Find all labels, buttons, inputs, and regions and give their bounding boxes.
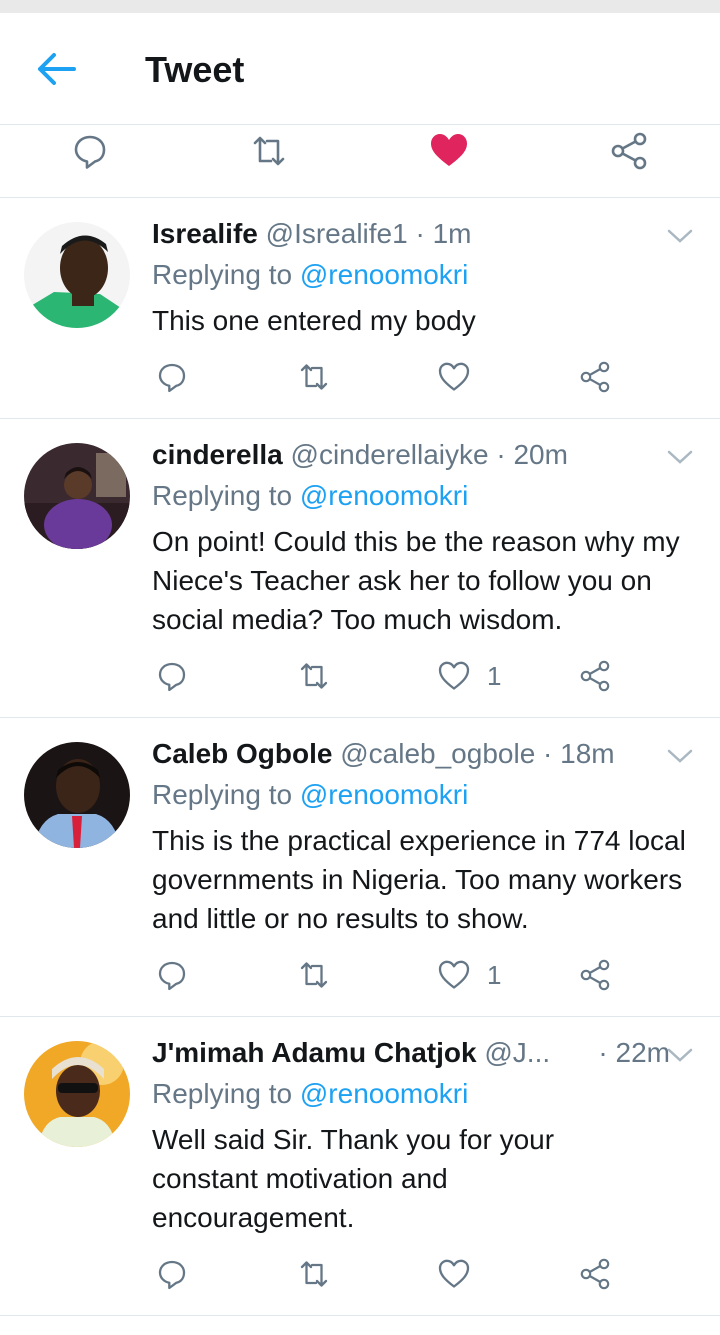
- user-handle: @J...: [484, 1037, 550, 1068]
- page-title: Tweet: [145, 49, 245, 90]
- reply-tweet[interactable]: Isrealife @Isrealife1 · 1m Replying to @…: [0, 198, 720, 419]
- avatar[interactable]: [24, 1041, 130, 1147]
- retweet-icon[interactable]: [297, 659, 331, 693]
- replying-to: Replying to @renoomokri: [152, 480, 468, 512]
- tweet-time: · 20m: [496, 439, 568, 470]
- share-icon[interactable]: [578, 958, 612, 992]
- reply-icon[interactable]: [155, 958, 189, 992]
- tweet-header: Caleb Ogbole @caleb_ogbole · 18m: [152, 738, 660, 774]
- chevron-down-icon[interactable]: [666, 226, 694, 246]
- replying-label: Replying to: [152, 259, 300, 290]
- share-icon[interactable]: [578, 360, 612, 394]
- chevron-down-icon[interactable]: [666, 746, 694, 766]
- retweet-icon[interactable]: [297, 958, 331, 992]
- tweet-text: This one entered my body: [152, 305, 476, 336]
- mention-link[interactable]: @renoomokri: [300, 779, 468, 810]
- user-name[interactable]: Isrealife: [152, 218, 258, 249]
- share-icon[interactable]: [609, 131, 649, 171]
- retweet-icon[interactable]: [297, 360, 331, 394]
- heart-filled-icon[interactable]: [429, 131, 469, 171]
- chevron-down-icon[interactable]: [666, 447, 694, 467]
- user-name[interactable]: cinderella: [152, 439, 283, 470]
- chevron-down-icon[interactable]: [666, 1045, 694, 1065]
- user-handle: @cinderellaiyke: [290, 439, 489, 470]
- tweet-time: · 1m: [415, 218, 472, 249]
- reply-icon[interactable]: [155, 659, 189, 693]
- tweet-header: cinderella @cinderellaiyke · 20m: [152, 439, 660, 475]
- tweet-text: Well said Sir. Thank you for your consta…: [152, 1124, 555, 1233]
- share-icon[interactable]: [578, 1257, 612, 1291]
- main-tweet-actions: [0, 125, 720, 198]
- tweet-header: J'mimah Adamu Chatjok @J...: [152, 1037, 550, 1073]
- tweet-actions: 1: [0, 958, 720, 998]
- like-count: 1: [487, 960, 502, 990]
- reply-icon[interactable]: [155, 360, 189, 394]
- reply-icon[interactable]: [155, 1257, 189, 1291]
- reply-icon[interactable]: [70, 131, 110, 171]
- share-icon[interactable]: [578, 659, 612, 693]
- top-bar: Tweet: [0, 13, 720, 125]
- tweet-header: Isrealife @Isrealife1 · 1m: [152, 218, 660, 254]
- heart-icon[interactable]: [437, 958, 471, 992]
- tweet-actions: 1: [0, 659, 720, 699]
- mention-link[interactable]: @renoomokri: [300, 1078, 468, 1109]
- avatar[interactable]: [24, 222, 130, 328]
- replying-to: Replying to @renoomokri: [152, 779, 468, 811]
- tweet-actions: [0, 1257, 720, 1297]
- replying-to: Replying to @renoomokri: [152, 1078, 468, 1110]
- tweet-text: This is the practical experience in 774 …: [152, 825, 686, 934]
- tweet-time: · 18m: [543, 738, 615, 769]
- user-handle: @Isrealife1: [265, 218, 408, 249]
- replying-to: Replying to @renoomokri: [152, 259, 468, 291]
- tweet-time: · 22m: [598, 1037, 670, 1068]
- reply-tweet[interactable]: Caleb Ogbole @caleb_ogbole · 18m Replyin…: [0, 718, 720, 1017]
- avatar[interactable]: [24, 742, 130, 848]
- user-handle: @caleb_ogbole: [340, 738, 536, 769]
- reply-tweet[interactable]: cinderella @cinderellaiyke · 20m Replyin…: [0, 419, 720, 718]
- replying-label: Replying to: [152, 779, 300, 810]
- mention-link[interactable]: @renoomokri: [300, 480, 468, 511]
- back-arrow-icon[interactable]: [34, 51, 78, 87]
- heart-icon[interactable]: [437, 659, 471, 693]
- replying-label: Replying to: [152, 480, 300, 511]
- retweet-icon[interactable]: [249, 131, 289, 171]
- heart-icon[interactable]: [437, 1257, 471, 1291]
- avatar[interactable]: [24, 443, 130, 549]
- retweet-icon[interactable]: [297, 1257, 331, 1291]
- tweet-actions: [0, 360, 720, 400]
- status-bar: [0, 0, 720, 13]
- user-name[interactable]: J'mimah Adamu Chatjok: [152, 1037, 477, 1068]
- like-count: 1: [487, 661, 502, 691]
- heart-icon[interactable]: [437, 360, 471, 394]
- replying-label: Replying to: [152, 1078, 300, 1109]
- reply-tweet[interactable]: J'mimah Adamu Chatjok @J... · 22m Replyi…: [0, 1017, 720, 1316]
- user-name[interactable]: Caleb Ogbole: [152, 738, 332, 769]
- tweet-text: On point! Could this be the reason why m…: [152, 526, 680, 635]
- mention-link[interactable]: @renoomokri: [300, 259, 468, 290]
